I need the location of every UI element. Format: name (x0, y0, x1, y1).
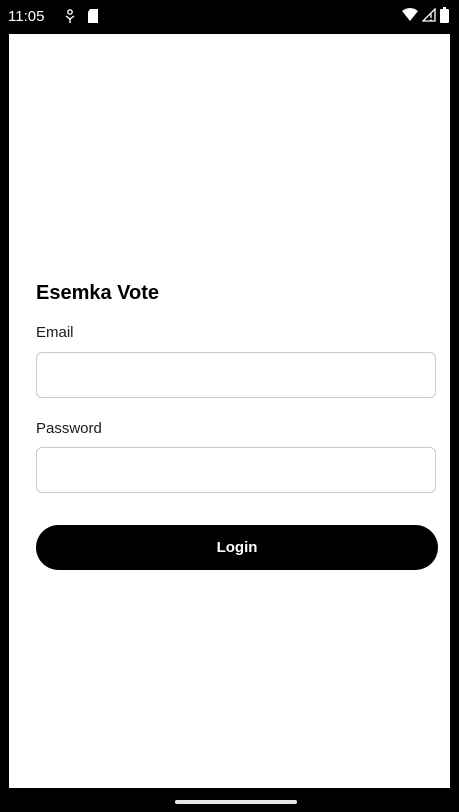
app-title: Esemka Vote (36, 282, 160, 304)
wifi-icon (402, 7, 418, 27)
email-label: Email (36, 324, 74, 341)
email-field[interactable] (36, 352, 436, 398)
login-screen: Esemka Vote Email Password Login (9, 34, 450, 788)
home-gesture-handle[interactable] (175, 800, 297, 804)
password-label: Password (36, 420, 102, 437)
password-field[interactable] (36, 447, 436, 493)
usb-debug-icon (63, 8, 77, 24)
navigation-bar (0, 788, 459, 812)
status-bar: 11:05 (0, 0, 459, 34)
status-icons (402, 6, 449, 28)
battery-icon (440, 6, 449, 28)
status-time: 11:05 (8, 8, 45, 25)
cellular-signal-icon (421, 6, 436, 27)
phone-frame: 11:05 Esemka Vote Email Password Login (0, 0, 459, 812)
login-button[interactable]: Login (36, 525, 438, 570)
sd-card-icon (86, 8, 100, 24)
